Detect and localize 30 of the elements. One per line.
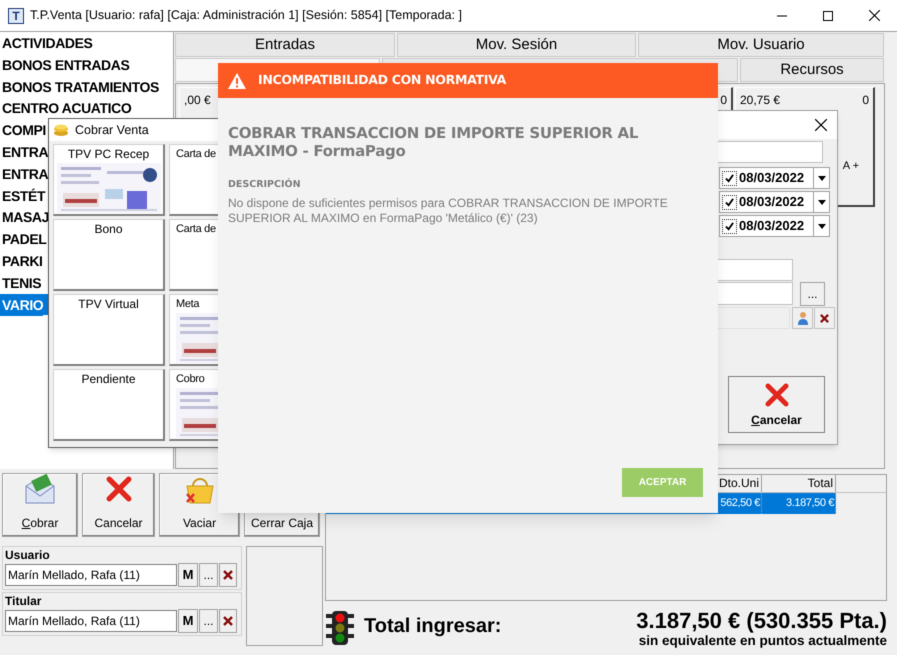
price-label: ,00 € (184, 92, 211, 109)
tile-label: Meta (176, 297, 200, 312)
product-label: A + (842, 159, 859, 174)
tile-label: TPV PC Recep (68, 146, 150, 162)
points-note: sin equivalente en puntos actualmente (638, 633, 887, 649)
field-label: Titular (5, 593, 42, 609)
date-value: 08/03/2022 (739, 217, 804, 236)
column-header: Total (762, 475, 836, 492)
total-amount: 3.187,50 € (530.355 Pta.) (636, 609, 887, 633)
alert-message: No dispone de suficientes permisos para COBRAR TRANSACCION DE IMPORTE SUPERIOR AL MAXIMO en FormaPago 'Metálico (€)' (23) (228, 196, 669, 226)
date-value: 08/03/2022 (739, 169, 804, 188)
window-title: T.P.Venta [Usuario: rafa] [Caja: Administración 1] [Sesión: 5854] [Temporada: ] (30, 7, 462, 24)
field-label: Usuario (5, 547, 51, 563)
section-label: DESCRIPCIÓN (228, 178, 302, 192)
date-value: 08/03/2022 (739, 193, 804, 212)
table-cell: 3.187,50 € (762, 493, 836, 514)
count-label: 0 (862, 92, 869, 109)
tile-label: Carta de (176, 147, 216, 162)
alert-title: INCOMPATIBILIDAD CON NORMATIVA (258, 71, 506, 90)
app-icon: T (8, 8, 24, 24)
price-label: 20,75 € (740, 92, 780, 109)
dialog-title: Cobrar Venta (75, 122, 149, 139)
count-label: 0 (720, 92, 727, 109)
total-label: Total ingresar: (364, 614, 502, 639)
tile-label: Bono (94, 221, 123, 237)
alert-heading: COBRAR TRANSACCION DE IMPORTE SUPERIOR AL MAXIMO - FormaPago (228, 124, 640, 160)
tile-label: Cobro (176, 372, 204, 387)
tile-label: Carta de (176, 222, 216, 237)
tile-label: TPV Virtual (78, 296, 139, 312)
tile-label: Pendiente (81, 371, 136, 387)
